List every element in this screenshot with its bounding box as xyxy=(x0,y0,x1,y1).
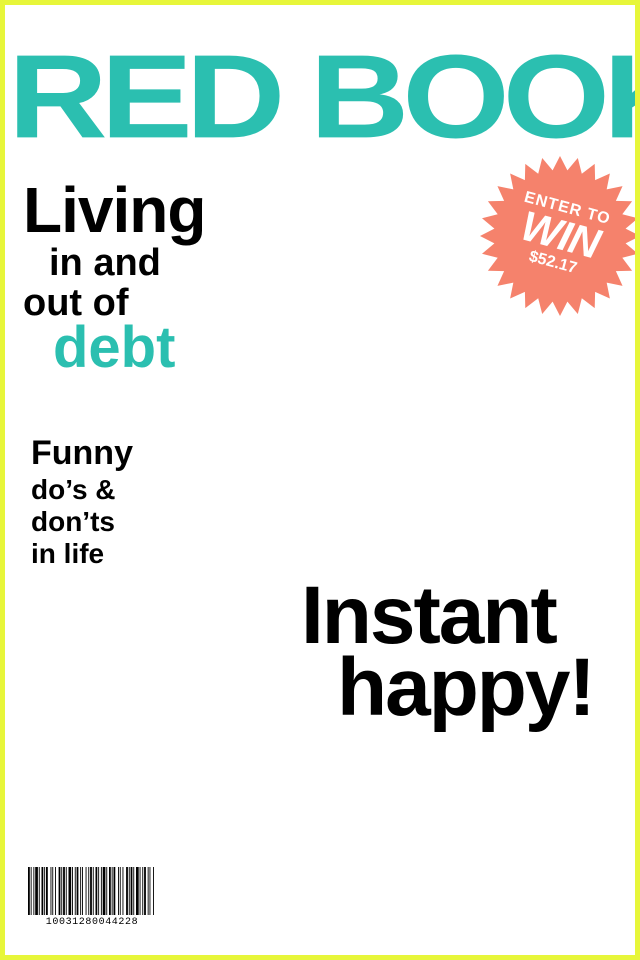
debt-story-line-4: debt xyxy=(53,315,176,380)
funny-story-line-3: don’ts xyxy=(31,506,115,537)
barcode: 10031280044228 xyxy=(27,867,157,931)
enter-to-win-badge: ENTER TO WIN $52.17 xyxy=(479,155,635,317)
funny-story-line-1: Funny xyxy=(31,434,133,472)
funny-story-line-4: in life xyxy=(31,538,105,569)
happy-story-line-2: happy! xyxy=(337,642,596,733)
masthead-title: RED BOOKS xyxy=(8,30,635,164)
magazine-cover: RED BOOKS Living in and out of debt Funn… xyxy=(0,0,640,960)
barcode-number: 10031280044228 xyxy=(45,917,139,928)
barcode-bars-icon xyxy=(28,867,154,915)
debt-story-line-2: in and xyxy=(49,242,161,284)
debt-story-line-1: Living xyxy=(23,174,206,246)
funny-story-line-2: do’s & xyxy=(31,474,116,505)
